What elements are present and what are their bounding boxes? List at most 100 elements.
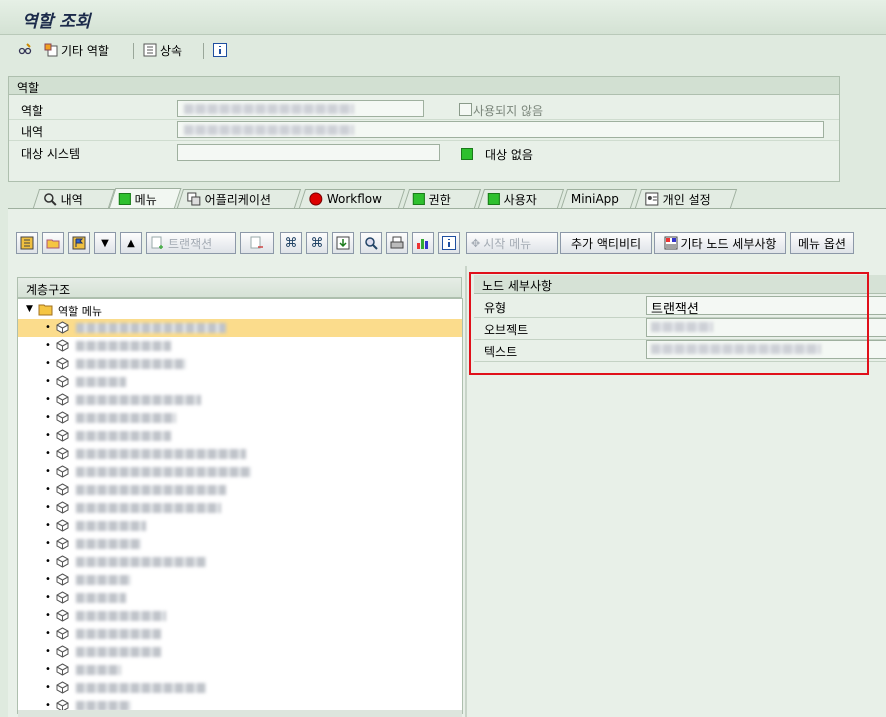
role-field[interactable] <box>177 100 424 117</box>
move-up-button[interactable]: ▲ <box>120 232 142 254</box>
tree-node[interactable]: • <box>18 535 462 553</box>
triangle-down-icon: ▼ <box>101 237 109 249</box>
tree-node[interactable]: • <box>18 499 462 517</box>
tab-menu[interactable]: 메뉴 <box>108 188 182 209</box>
zoom-button[interactable] <box>360 232 382 254</box>
menu-options-button[interactable]: 메뉴 옵션 <box>790 232 854 254</box>
tree-node[interactable]: • <box>18 625 462 643</box>
redacted-text <box>76 413 176 423</box>
start-menu-label: 시작 메뉴 <box>483 236 532 251</box>
tree-root-node[interactable]: ▼ 역할 메뉴 <box>18 301 462 319</box>
inherit-icon <box>143 43 157 57</box>
tab-description[interactable]: 내역 <box>32 189 116 208</box>
redacted-text <box>76 629 161 639</box>
tab-label: 사용자 <box>503 192 537 207</box>
other-role-label: 기타 역할 <box>61 43 109 58</box>
tree-node[interactable]: • <box>18 643 462 661</box>
chart-icon <box>417 239 428 249</box>
hierarchy-title: 계층구조 <box>26 283 71 297</box>
info-button[interactable] <box>213 41 227 59</box>
collapse-button[interactable] <box>16 232 38 254</box>
print-button[interactable] <box>386 232 408 254</box>
redacted-text <box>76 359 186 369</box>
transaction-cube-icon <box>56 627 69 640</box>
info-button[interactable] <box>438 232 460 254</box>
tree-node[interactable]: • <box>18 427 462 445</box>
remove-button[interactable] <box>240 232 274 254</box>
transaction-cube-icon <box>56 465 69 478</box>
redacted-text <box>76 323 226 333</box>
bullet-icon: • <box>45 322 51 333</box>
tree-node[interactable]: • <box>18 553 462 571</box>
redacted-text <box>76 539 141 549</box>
transaction-cube-icon <box>56 681 69 694</box>
redacted-text <box>76 449 246 459</box>
not-used-checkbox[interactable] <box>459 103 472 116</box>
tab-personalization[interactable]: 개인 설정 <box>634 189 738 208</box>
transaction-cube-icon <box>56 411 69 424</box>
tree-node[interactable]: • <box>18 481 462 499</box>
triangle-up-icon: ▲ <box>127 237 135 249</box>
hierarchy-header: 계층구조 <box>17 277 462 298</box>
find-button[interactable]: ⌘ <box>280 232 302 254</box>
move-down-button[interactable]: ▼ <box>94 232 116 254</box>
transport-button[interactable] <box>68 232 90 254</box>
tab-authorization[interactable]: 권한 <box>402 189 482 208</box>
redacted-text <box>76 431 171 441</box>
tree-node[interactable]: • <box>18 319 462 337</box>
tab-users[interactable]: 사용자 <box>477 189 565 208</box>
start-menu-button[interactable]: ✥ 시작 메뉴 <box>466 232 558 254</box>
tree-node[interactable]: • <box>18 391 462 409</box>
tab-workflow[interactable]: Workflow <box>298 189 406 208</box>
redacted-text <box>76 557 206 567</box>
horizontal-scrollbar[interactable] <box>18 710 462 717</box>
tree-node[interactable]: • <box>18 607 462 625</box>
tree-node[interactable]: • <box>18 517 462 535</box>
role-header-frame: 역할 역할 사용되지 않음 내역 대상 시스템 대상 없음 <box>8 76 840 182</box>
highlight-annotation-box <box>469 272 869 375</box>
tree-node[interactable]: • <box>18 445 462 463</box>
display-change-button[interactable] <box>18 41 32 59</box>
transaction-button[interactable]: 트랜잭션 <box>146 232 236 254</box>
import-button[interactable] <box>332 232 354 254</box>
bullet-icon: • <box>45 394 51 405</box>
tree-node[interactable]: • <box>18 661 462 679</box>
target-system-field[interactable] <box>177 144 440 161</box>
tree-node[interactable]: • <box>18 463 462 481</box>
redacted-text <box>76 611 166 621</box>
redacted-text <box>76 503 221 513</box>
folder-button[interactable] <box>42 232 64 254</box>
find-next-button[interactable]: ⌘ <box>306 232 328 254</box>
bullet-icon: • <box>45 502 51 513</box>
other-role-button[interactable]: 기타 역할 <box>44 41 109 59</box>
tree-node[interactable]: • <box>18 355 462 373</box>
tab-label: 내역 <box>60 192 83 207</box>
bullet-icon: • <box>45 430 51 441</box>
menu-tree[interactable]: ▼ 역할 메뉴 • • • • • • • • • • • • • • • • • • • • • • <box>17 298 463 714</box>
tab-miniapp[interactable]: MiniApp <box>560 189 638 208</box>
folder-open-icon <box>38 304 53 316</box>
inherit-button[interactable]: 상속 <box>143 41 182 59</box>
redacted-text <box>76 341 171 351</box>
bullet-icon: • <box>45 340 51 351</box>
other-node-details-button[interactable]: 기타 노드 세부사항 <box>654 232 786 254</box>
splitter[interactable] <box>465 266 467 717</box>
tab-label: 어플리케이션 <box>204 192 272 207</box>
tree-node[interactable]: • <box>18 337 462 355</box>
bullet-icon: • <box>45 646 51 657</box>
application-icon <box>187 192 201 206</box>
tree-node[interactable]: • <box>18 571 462 589</box>
tree-node[interactable]: • <box>18 679 462 697</box>
tree-node[interactable]: • <box>18 589 462 607</box>
add-activity-button[interactable]: 추가 액티비티 <box>560 232 652 254</box>
bullet-icon: • <box>45 484 51 495</box>
magnifier-doc-icon <box>44 193 57 206</box>
other-node-details-label: 기타 노드 세부사항 <box>680 236 777 251</box>
tab-application[interactable]: 어플리케이션 <box>176 189 302 208</box>
role-label: 역할 <box>21 104 44 118</box>
graphic-button[interactable] <box>412 232 434 254</box>
redacted-text <box>76 575 131 585</box>
description-field[interactable] <box>177 121 824 138</box>
tree-node[interactable]: • <box>18 409 462 427</box>
tree-node[interactable]: • <box>18 373 462 391</box>
